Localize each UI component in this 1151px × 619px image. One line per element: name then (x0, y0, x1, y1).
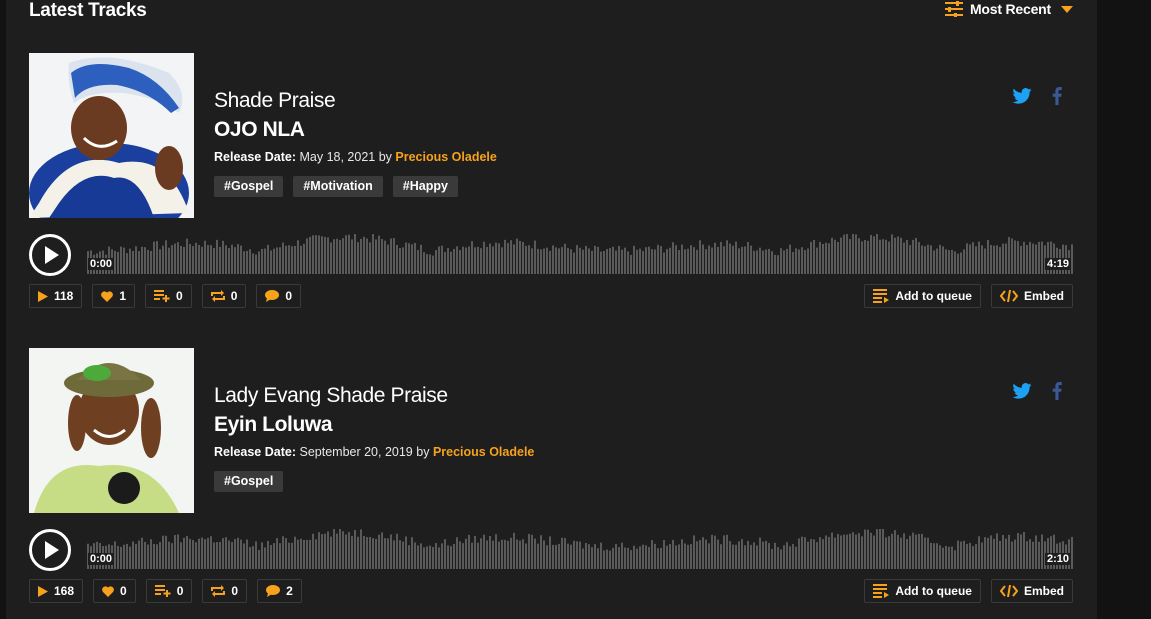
track-stats: 118 1 0 0 0 (29, 284, 302, 308)
track-stats: 168 0 0 0 2 (29, 579, 302, 603)
release-info: Release Date: September 20, 2019 by Prec… (214, 445, 534, 459)
play-icon (38, 290, 48, 302)
tag-gospel[interactable]: #Gospel (214, 471, 284, 492)
chevron-down-icon (1061, 5, 1073, 13)
plays-count-button[interactable]: 118 (29, 284, 83, 308)
facebook-icon[interactable] (1052, 87, 1062, 105)
comments-count: 0 (285, 289, 293, 303)
comments-button[interactable]: 2 (257, 579, 302, 603)
embed-button[interactable]: Embed (990, 579, 1073, 603)
repost-button[interactable]: 0 (202, 579, 248, 603)
repost-icon (211, 585, 226, 597)
plays-count: 118 (54, 289, 74, 303)
track-cover-image[interactable] (29, 348, 194, 513)
queue-icon (873, 289, 890, 303)
heart-icon (102, 585, 114, 597)
track-artist[interactable]: Lady Evang Shade Praise (214, 384, 448, 408)
tag-motivation[interactable]: #Motivation (293, 176, 383, 197)
tag-gospel[interactable]: #Gospel (214, 176, 284, 197)
tag-list: #Gospel (214, 471, 284, 492)
track-card: Shade Praise OJO NLA Release Date: May 1… (29, 53, 1073, 323)
twitter-icon[interactable] (1012, 88, 1032, 104)
repost-button[interactable]: 0 (201, 284, 247, 308)
track-cover-image[interactable] (29, 53, 194, 218)
tag-happy[interactable]: #Happy (392, 176, 458, 197)
code-icon (999, 290, 1018, 302)
playlists-count: 0 (176, 584, 184, 598)
add-to-queue-label: Add to queue (895, 584, 972, 598)
like-button[interactable]: 0 (93, 579, 136, 603)
release-date-label: Release Date: (214, 445, 296, 459)
waveform[interactable] (87, 229, 1073, 274)
latest-tracks-panel: Latest Tracks Most Recent Shade Praise O… (6, 0, 1097, 619)
add-to-queue-label: Add to queue (895, 289, 972, 303)
play-button[interactable] (29, 529, 71, 571)
current-time: 0:00 (88, 553, 115, 565)
track-actions: Add to queue Embed (864, 284, 1073, 308)
likes-count: 1 (119, 289, 127, 303)
by-text: by (378, 150, 392, 164)
plays-count-button[interactable]: 168 (29, 579, 84, 603)
comment-icon (265, 290, 280, 302)
comments-count: 2 (286, 584, 293, 598)
playlist-add-icon (154, 585, 171, 597)
add-to-queue-button[interactable]: Add to queue (864, 579, 981, 603)
code-icon (999, 585, 1018, 597)
plays-count: 168 (54, 584, 75, 598)
play-button[interactable] (29, 234, 71, 276)
sort-label: Most Recent (969, 1, 1051, 17)
reposts-count: 0 (230, 289, 238, 303)
track-title[interactable]: OJO NLA (214, 118, 305, 142)
add-to-playlist-button[interactable]: 0 (145, 284, 192, 308)
likes-count: 0 (120, 584, 127, 598)
uploader-link[interactable]: Precious Oladele (433, 445, 534, 459)
play-icon (38, 585, 48, 597)
uploader-link[interactable]: Precious Oladele (395, 150, 496, 164)
release-info: Release Date: May 18, 2021 by Precious O… (214, 150, 497, 164)
add-to-queue-button[interactable]: Add to queue (864, 284, 981, 308)
release-date-label: Release Date: (214, 150, 296, 164)
filter-sliders-icon (944, 1, 963, 17)
twitter-icon[interactable] (1012, 383, 1032, 399)
playlist-add-icon (154, 290, 170, 302)
queue-icon (873, 584, 890, 598)
playlists-count: 0 (176, 289, 183, 303)
duration: 4:19 (1044, 258, 1071, 270)
comments-button[interactable]: 0 (256, 284, 302, 308)
track-title[interactable]: Eyin Loluwa (214, 413, 333, 437)
like-button[interactable]: 1 (92, 284, 136, 308)
embed-button[interactable]: Embed (990, 284, 1073, 308)
share-buttons (1012, 87, 1062, 105)
section-title: Latest Tracks (29, 0, 147, 21)
release-date: May 18, 2021 (299, 150, 376, 164)
repost-icon (210, 290, 225, 302)
track-artist[interactable]: Shade Praise (214, 89, 336, 113)
facebook-icon[interactable] (1052, 382, 1062, 400)
embed-label: Embed (1023, 289, 1064, 303)
reposts-count: 0 (231, 584, 239, 598)
duration: 2:10 (1044, 553, 1071, 565)
heart-icon (101, 290, 114, 302)
current-time: 0:00 (88, 258, 115, 270)
track-card: Lady Evang Shade Praise Eyin Loluwa Rele… (29, 348, 1073, 618)
release-date: September 20, 2019 (299, 445, 413, 459)
by-text: by (416, 445, 430, 459)
track-actions: Add to queue Embed (864, 579, 1073, 603)
sort-dropdown[interactable]: Most Recent (944, 1, 1073, 17)
add-to-playlist-button[interactable]: 0 (145, 579, 193, 603)
comment-icon (266, 585, 281, 597)
embed-label: Embed (1023, 584, 1064, 598)
share-buttons (1012, 382, 1062, 400)
waveform[interactable] (87, 524, 1073, 569)
tag-list: #Gospel #Motivation #Happy (214, 176, 458, 197)
